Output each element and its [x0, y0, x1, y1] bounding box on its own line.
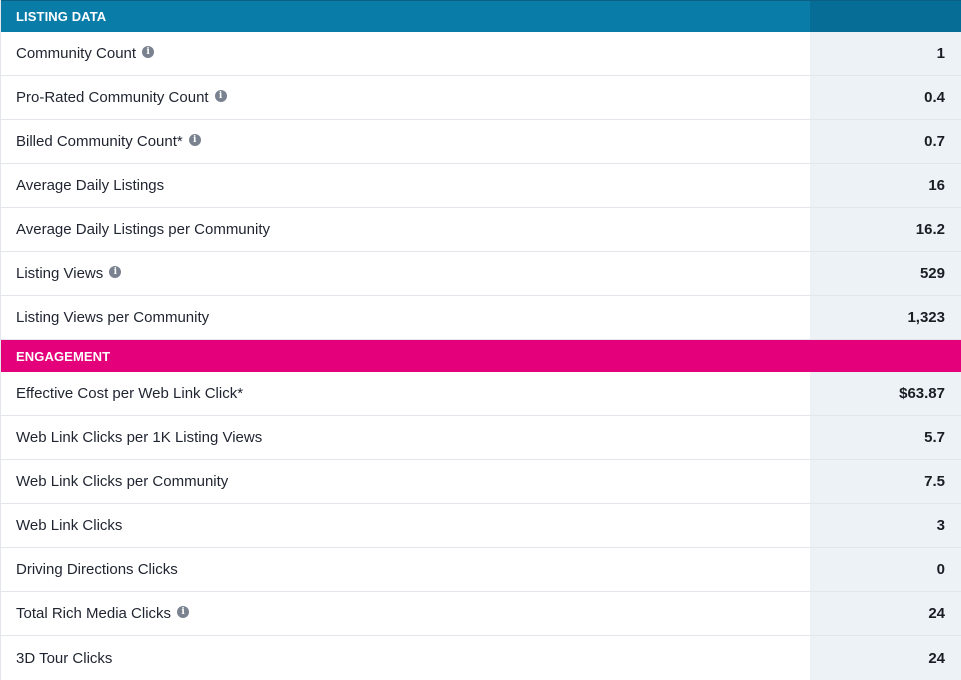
row-value: 1,323	[810, 296, 961, 339]
table-row: Web Link Clicks per Community 7.5	[1, 460, 961, 504]
row-value: 24	[810, 592, 961, 635]
table-row: Average Daily Listings per Community 16.…	[1, 208, 961, 252]
info-icon[interactable]: i	[188, 134, 201, 146]
table-row: Driving Directions Clicks 0	[1, 548, 961, 592]
row-value: 0.7	[810, 120, 961, 163]
info-icon[interactable]: i	[214, 90, 227, 102]
table-row: Effective Cost per Web Link Click* $63.8…	[1, 372, 961, 416]
row-value: 5.7	[810, 416, 961, 459]
row-value: 529	[810, 252, 961, 295]
table-row: Web Link Clicks 3	[1, 504, 961, 548]
row-value: 0.4	[810, 76, 961, 119]
table-row: Listing Views i 529	[1, 252, 961, 296]
info-icon[interactable]: i	[142, 46, 155, 58]
row-label: Web Link Clicks per Community	[16, 473, 229, 490]
table-row: Pro-Rated Community Count i 0.4	[1, 76, 961, 120]
row-value: 16.2	[810, 208, 961, 251]
row-label: Web Link Clicks per 1K Listing Views	[16, 429, 263, 446]
table-row: Listing Views per Community 1,323	[1, 296, 961, 340]
row-label: Pro-Rated Community Count	[16, 89, 209, 106]
row-label: Total Rich Media Clicks	[16, 605, 172, 622]
row-value: 7.5	[810, 460, 961, 503]
section-title: ENGAGEMENT	[16, 348, 111, 364]
table-row: Total Rich Media Clicks i 24	[1, 592, 961, 636]
row-label: Effective Cost per Web Link Click*	[16, 385, 244, 402]
row-value: 24	[810, 636, 961, 680]
table-row: Billed Community Count* i 0.7	[1, 120, 961, 164]
row-value: 1	[810, 32, 961, 75]
table-row: Average Daily Listings 16	[1, 164, 961, 208]
row-label: Listing Views	[16, 265, 104, 282]
section-title: LISTING DATA	[16, 9, 107, 24]
metrics-table: LISTING DATA Community Count i 1 Pro-Rat…	[0, 0, 961, 680]
section-header-engagement: ENGAGEMENT	[1, 340, 961, 372]
row-label: Web Link Clicks	[16, 517, 123, 534]
section-header-listing-data: LISTING DATA	[1, 0, 961, 32]
row-value: 3	[810, 504, 961, 547]
info-icon[interactable]: i	[109, 266, 122, 278]
row-value: 16	[810, 164, 961, 207]
row-label: Listing Views per Community	[16, 309, 210, 326]
table-row: 3D Tour Clicks 24	[1, 636, 961, 680]
table-row: Web Link Clicks per 1K Listing Views 5.7	[1, 416, 961, 460]
row-label: Average Daily Listings	[16, 177, 165, 194]
info-icon[interactable]: i	[177, 606, 190, 618]
row-value: $63.87	[810, 372, 961, 415]
row-label: 3D Tour Clicks	[16, 649, 113, 667]
table-row: Community Count i 1	[1, 32, 961, 76]
row-label: Average Daily Listings per Community	[16, 221, 270, 238]
row-value: 0	[810, 548, 961, 591]
row-label: Billed Community Count*	[16, 133, 183, 150]
row-label: Driving Directions Clicks	[16, 561, 178, 578]
row-label: Community Count	[16, 45, 137, 62]
